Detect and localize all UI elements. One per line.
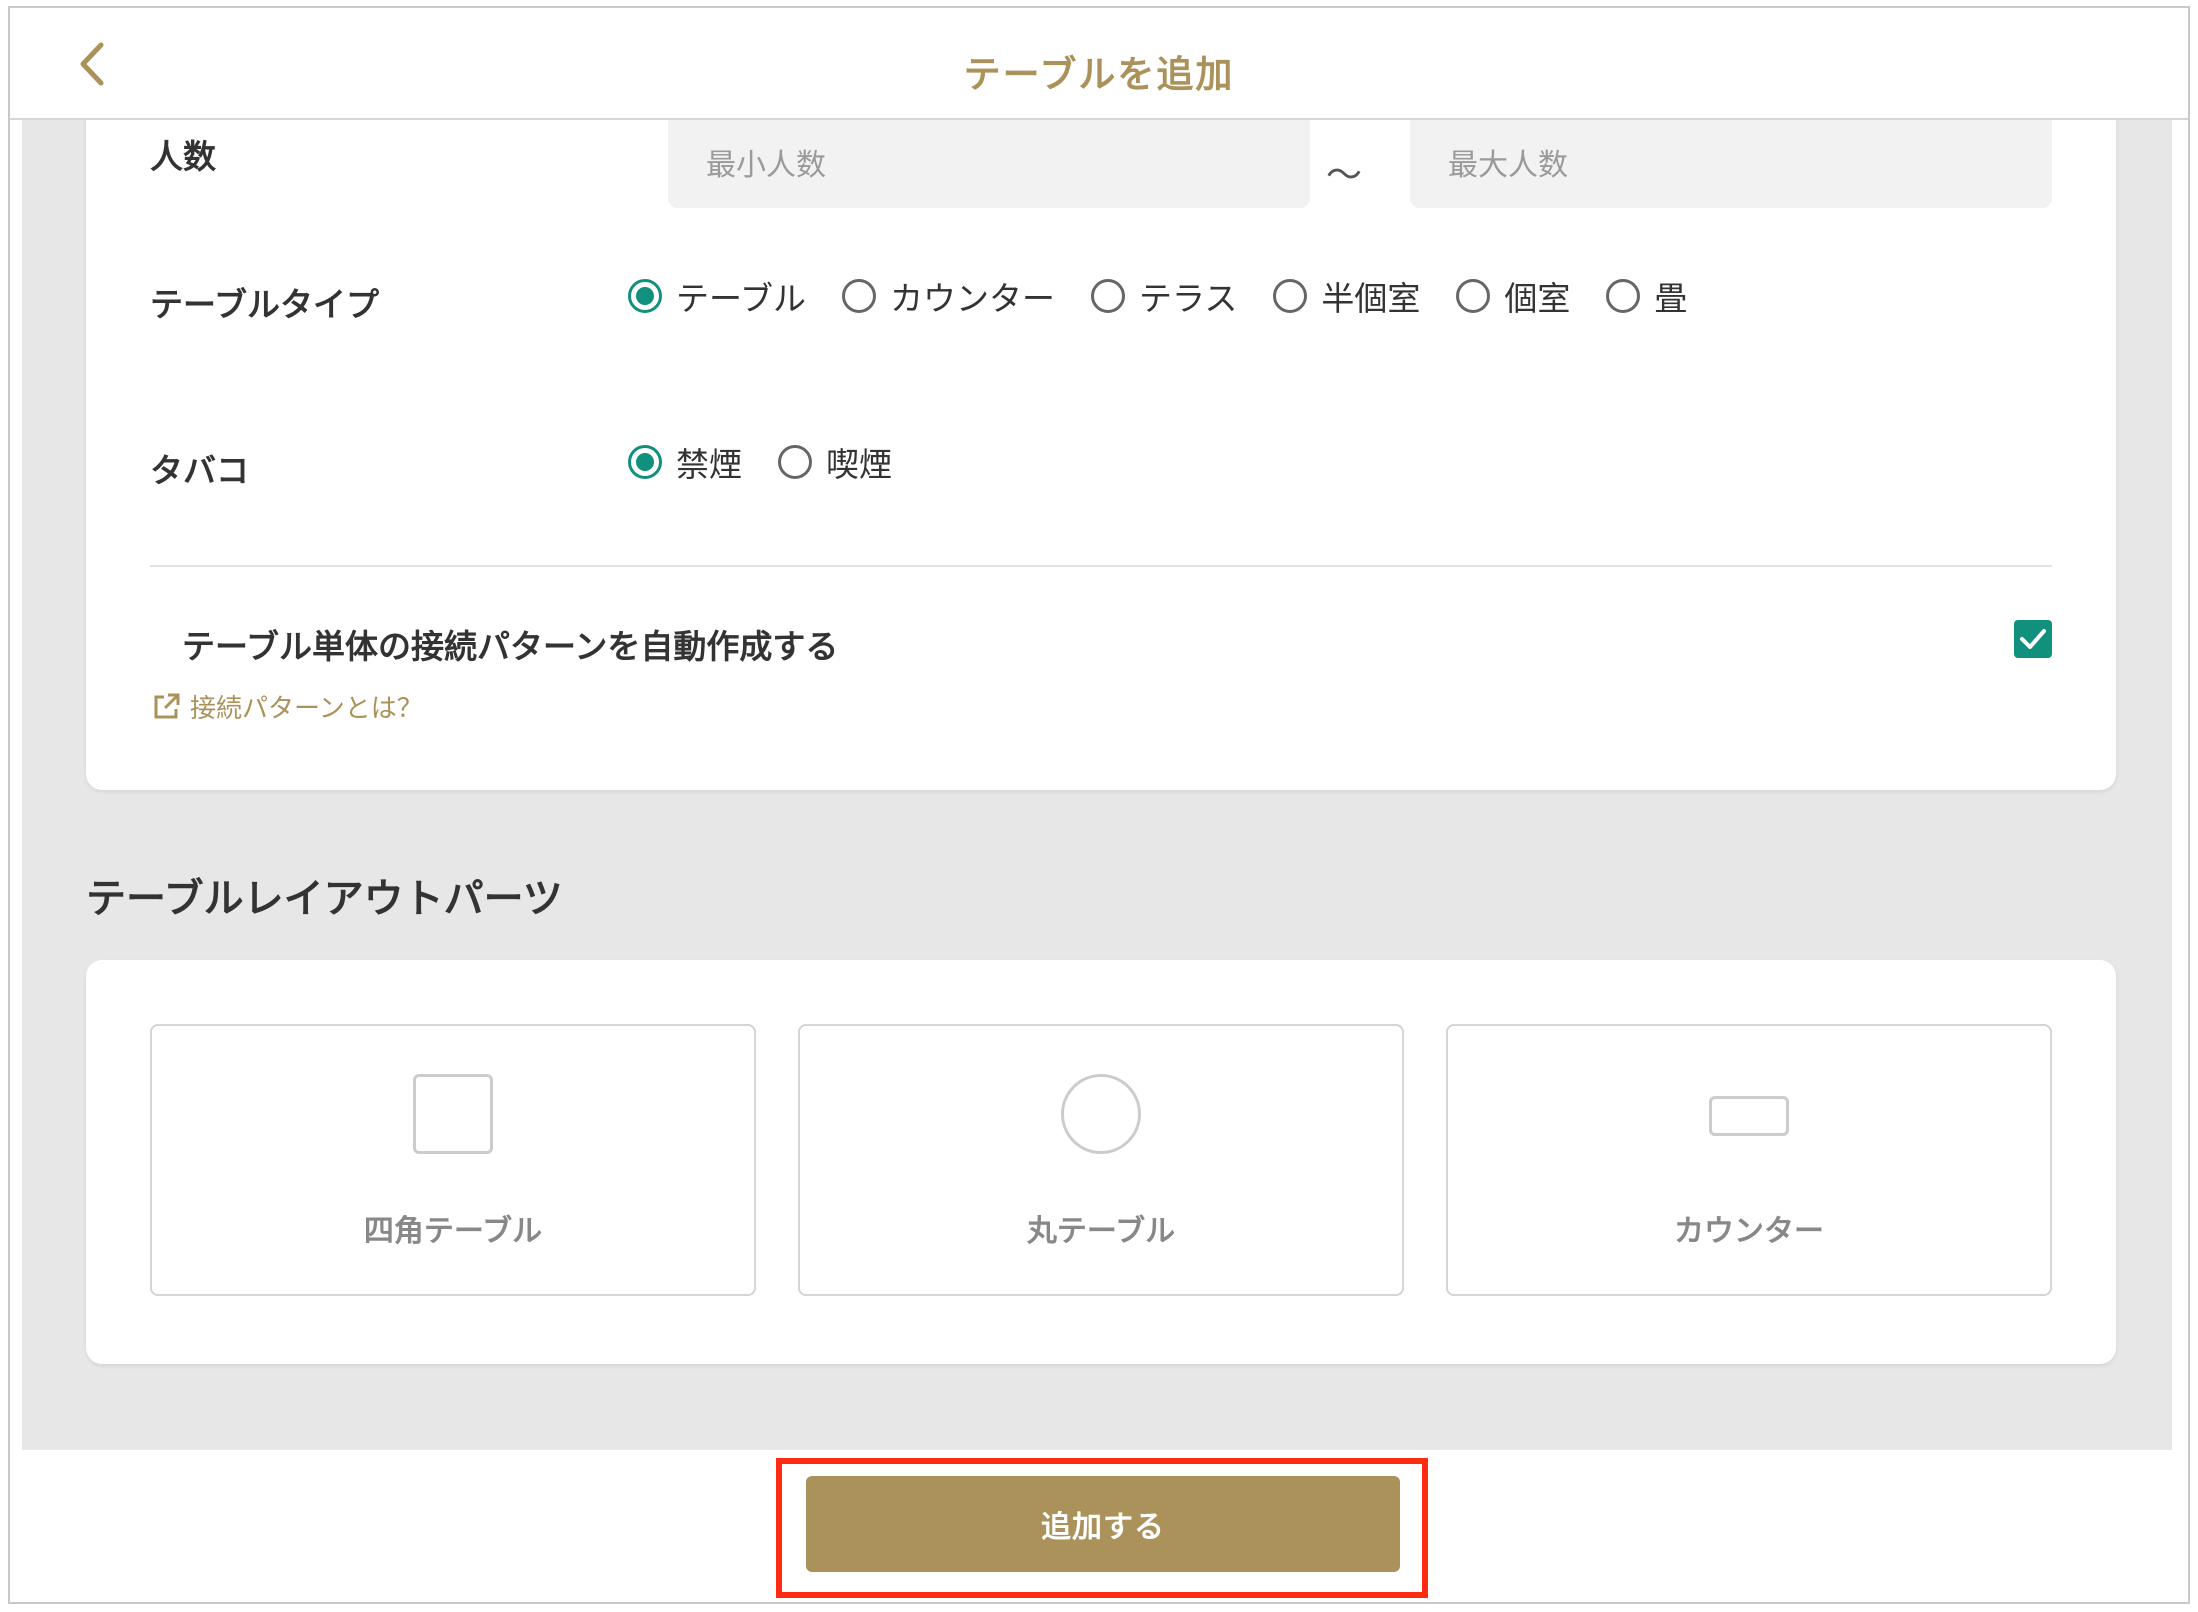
counter-table-icon	[1709, 1096, 1789, 1136]
radio-label: 半個室	[1321, 279, 1421, 318]
min-capacity-input[interactable]	[668, 120, 1310, 208]
radio-tobacco-smoking[interactable]: 喫煙	[778, 438, 892, 486]
radio-label: テラス	[1139, 279, 1238, 318]
layout-parts-title: テーブルレイアウトパーツ	[86, 876, 563, 922]
capacity-label: 人数	[150, 137, 216, 176]
range-separator: 〜	[1326, 155, 1363, 196]
external-link-icon	[154, 693, 180, 718]
app-window: テーブルを追加 人数 〜 テーブルタイプ テーブル カウンター	[8, 6, 2190, 1604]
help-link-label: 接続パターンとは？	[190, 694, 423, 724]
radio-table-type-table[interactable]: テーブル	[628, 272, 806, 320]
radio-unselected-icon	[1606, 279, 1641, 313]
radio-table-type-counter[interactable]: カウンター	[842, 272, 1055, 320]
part-round-table[interactable]: 丸テーブル	[798, 1024, 1404, 1296]
auto-pattern-label: テーブル単体の接続パターンを自動作成する	[182, 627, 839, 666]
radio-table-type-terrace[interactable]: テラス	[1091, 272, 1237, 320]
square-table-icon	[413, 1074, 493, 1154]
round-table-icon	[1061, 1074, 1141, 1154]
radio-tobacco-non-smoking[interactable]: 禁煙	[628, 438, 742, 486]
radio-unselected-icon	[1456, 279, 1491, 313]
radio-selected-icon	[628, 279, 662, 313]
page-title: テーブルを追加	[963, 53, 1235, 96]
radio-table-type-tatami[interactable]: 畳	[1606, 272, 1687, 320]
connection-pattern-help-link[interactable]: 接続パターンとは？	[150, 688, 423, 725]
part-label: 丸テーブル	[1026, 1214, 1176, 1249]
table-type-label: テーブルタイプ	[150, 285, 380, 324]
layout-parts-card: 四角テーブル 丸テーブル カウンター	[86, 960, 2116, 1364]
footer-bar: 追加する	[10, 1450, 2188, 1602]
radio-table-type-semi-private[interactable]: 半個室	[1273, 272, 1420, 320]
part-counter[interactable]: カウンター	[1446, 1024, 2052, 1296]
add-button[interactable]: 追加する	[806, 1476, 1400, 1572]
checkmark-icon	[2020, 629, 2046, 649]
radio-selected-icon	[628, 445, 662, 479]
radio-table-type-private[interactable]: 個室	[1456, 272, 1570, 320]
header-bar: テーブルを追加	[10, 8, 2188, 120]
radio-unselected-icon	[842, 279, 877, 313]
radio-unselected-icon	[1091, 279, 1126, 313]
tobacco-label: タバコ	[150, 451, 249, 490]
radio-label: 個室	[1504, 279, 1571, 318]
table-form-card: 人数 〜 テーブルタイプ テーブル カウンター テラス	[86, 120, 2116, 790]
part-label: カウンター	[1674, 1214, 1824, 1249]
content-area[interactable]: 人数 〜 テーブルタイプ テーブル カウンター テラス	[22, 120, 2172, 1450]
part-square-table[interactable]: 四角テーブル	[150, 1024, 756, 1296]
auto-pattern-checkbox[interactable]	[2014, 620, 2052, 658]
radio-unselected-icon	[778, 445, 812, 479]
max-capacity-input[interactable]	[1410, 120, 2052, 208]
radio-label: 喫煙	[826, 445, 892, 484]
radio-label: 畳	[1654, 279, 1688, 318]
part-label: 四角テーブル	[363, 1214, 543, 1249]
radio-unselected-icon	[1273, 279, 1308, 313]
radio-label: 禁煙	[676, 445, 742, 484]
radio-label: カウンター	[890, 279, 1056, 318]
section-divider	[150, 565, 2052, 567]
tobacco-radio-group: 禁煙 喫煙	[628, 438, 928, 486]
radio-label: テーブル	[676, 279, 807, 318]
table-type-radio-group: テーブル カウンター テラス 半個室 個室 畳	[628, 272, 1723, 320]
